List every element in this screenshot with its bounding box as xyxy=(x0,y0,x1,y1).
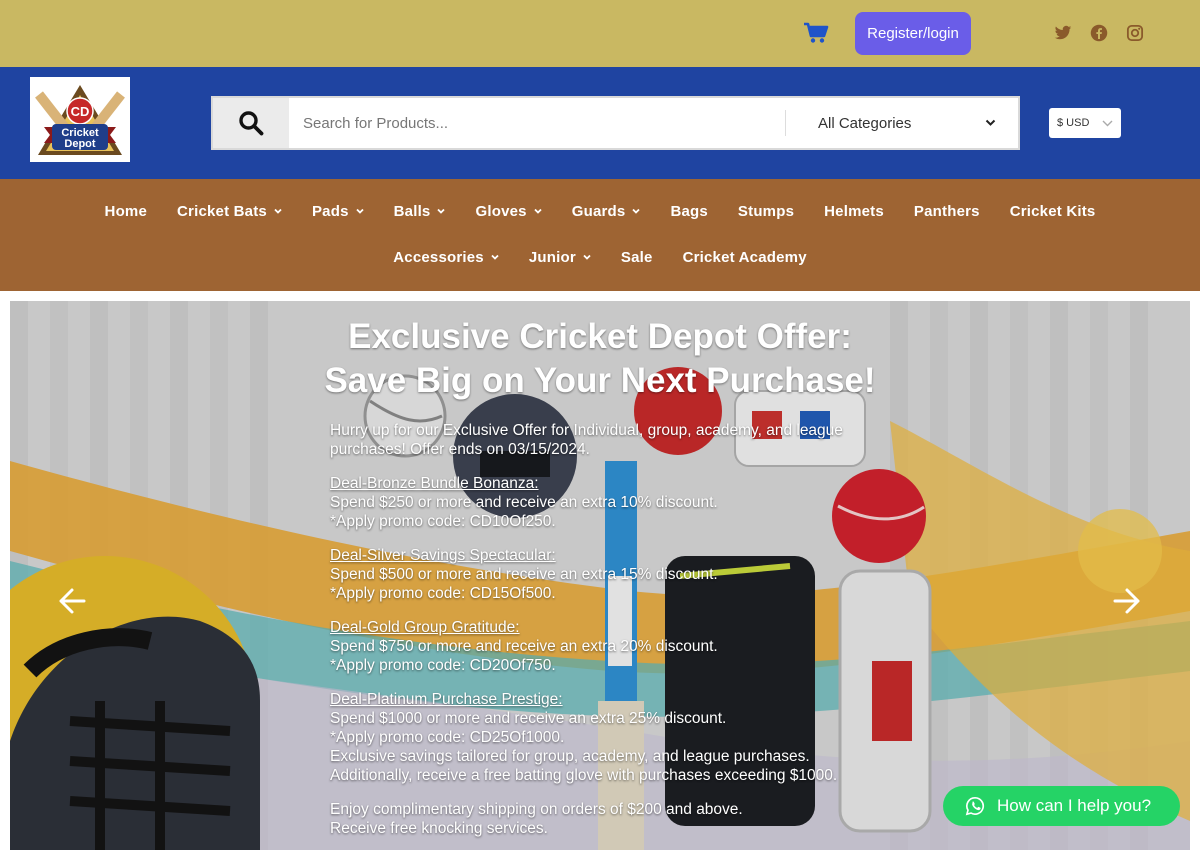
hero-intro: Hurry up for our Exclusive Offer for Ind… xyxy=(330,422,843,458)
cart-icon[interactable] xyxy=(803,22,829,44)
logo-image: CD Cricket Depot xyxy=(35,85,125,155)
category-selected-label: All Categories xyxy=(818,114,912,132)
nav-label: Balls xyxy=(393,202,431,220)
chevron-down-icon xyxy=(632,208,641,214)
shipping-line: Enjoy complimentary shipping on orders o… xyxy=(330,801,743,818)
twitter-icon[interactable] xyxy=(1054,24,1072,42)
nav-label: Bags xyxy=(670,202,708,220)
nav-item-panthers[interactable]: Panthers xyxy=(899,201,995,221)
nav-item-helmets[interactable]: Helmets xyxy=(809,201,899,221)
chevron-down-icon xyxy=(355,208,364,214)
currency-label: $ USD xyxy=(1057,117,1090,129)
cricket-depot-logo[interactable]: CD Cricket Depot xyxy=(30,77,130,162)
nav-label: Cricket Academy xyxy=(682,248,807,266)
search-input[interactable] xyxy=(289,98,785,148)
deal-code: *Apply promo code: CD10Of250. xyxy=(330,513,556,530)
deal-extra: Additionally, receive a free batting glo… xyxy=(330,767,838,784)
deal-gold: Deal-Gold Group Gratitude: Spend $750 or… xyxy=(330,618,890,675)
nav-item-guards[interactable]: Guards xyxy=(557,201,656,221)
deal-bronze: Deal-Bronze Bundle Bonanza: Spend $250 o… xyxy=(330,474,890,531)
nav-item-cricket-bats[interactable]: Cricket Bats xyxy=(162,201,297,221)
register-login-button[interactable]: Register/login xyxy=(855,12,971,55)
nav-item-junior[interactable]: Junior xyxy=(514,247,606,267)
nav-label: Gloves xyxy=(475,202,527,220)
deal-desc: Spend $750 or more and receive an extra … xyxy=(330,638,718,655)
nav-item-cricket-kits[interactable]: Cricket Kits xyxy=(995,201,1111,221)
chevron-down-icon xyxy=(491,254,499,260)
facebook-icon[interactable] xyxy=(1090,24,1108,42)
hero-title-line-2: Save Big on Your Next Purchase! xyxy=(324,361,876,400)
chevron-down-icon xyxy=(437,208,446,214)
nav-item-gloves[interactable]: Gloves xyxy=(460,201,556,221)
deal-code: *Apply promo code: CD25Of1000. xyxy=(330,729,565,746)
deal-name: Deal-Silver Savings Spectacular: xyxy=(330,547,556,564)
nav-label: Accessories xyxy=(393,248,484,266)
chevron-down-icon xyxy=(985,119,996,126)
nav-item-balls[interactable]: Balls xyxy=(379,201,461,221)
search-button[interactable] xyxy=(213,98,289,148)
nav-label: Panthers xyxy=(913,202,980,220)
nav-label: Sale xyxy=(620,248,653,266)
chevron-down-icon xyxy=(534,208,542,214)
main-navigation: Home Cricket Bats Pads Balls Gloves Guar… xyxy=(0,179,1200,291)
hero-title-line-1: Exclusive Cricket Depot Offer: xyxy=(348,317,852,356)
nav-label: Pads xyxy=(311,202,349,220)
nav-item-pads[interactable]: Pads xyxy=(297,201,379,221)
deal-desc: Spend $500 or more and receive an extra … xyxy=(330,566,718,583)
nav-item-bags[interactable]: Bags xyxy=(655,201,722,221)
deal-code: *Apply promo code: CD15Of500. xyxy=(330,585,556,602)
chevron-down-icon xyxy=(583,254,591,260)
nav-item-stumps[interactable]: Stumps xyxy=(723,201,809,221)
hero-offer-text: Hurry up for our Exclusive Offer for Ind… xyxy=(330,421,890,850)
nav-label: Stumps xyxy=(737,202,795,220)
search-icon xyxy=(239,111,264,136)
deal-extra: Exclusive savings tailored for group, ac… xyxy=(330,748,810,765)
nav-label: Junior xyxy=(528,248,576,266)
chevron-down-icon xyxy=(274,208,282,214)
whatsapp-chat-button[interactable]: How can I help you? xyxy=(943,786,1180,826)
whatsapp-icon xyxy=(965,796,985,816)
nav-item-sale[interactable]: Sale xyxy=(606,247,668,267)
nav-item-cricket-academy[interactable]: Cricket Academy xyxy=(668,247,822,267)
deal-desc: Spend $250 or more and receive an extra … xyxy=(330,494,718,511)
shipping-line: Receive free knocking services. xyxy=(330,820,548,837)
svg-text:CD: CD xyxy=(71,104,90,119)
arrow-left-icon[interactable] xyxy=(58,587,86,615)
whatsapp-label: How can I help you? xyxy=(997,796,1152,815)
deal-name: Deal-Platinum Purchase Prestige: xyxy=(330,691,563,708)
nav-label: Cricket Kits xyxy=(1009,202,1096,220)
nav-label: Home xyxy=(104,202,148,220)
hero-title: Exclusive Cricket Depot Offer: Save Big … xyxy=(10,315,1190,403)
nav-row-1: Home Cricket Bats Pads Balls Gloves Guar… xyxy=(0,201,1200,221)
category-select[interactable]: All Categories xyxy=(786,98,1018,148)
nav-row-2: Accessories Junior Sale Cricket Academy xyxy=(0,247,1200,267)
deal-name: Deal-Bronze Bundle Bonanza: xyxy=(330,475,539,492)
nav-label: Helmets xyxy=(824,202,884,220)
nav-item-home[interactable]: Home xyxy=(90,201,162,221)
shipping-info: Enjoy complimentary shipping on orders o… xyxy=(330,800,890,838)
nav-item-accessories[interactable]: Accessories xyxy=(378,247,514,267)
deal-name: Deal-Gold Group Gratitude: xyxy=(330,619,520,636)
top-bar: Register/login xyxy=(0,0,1200,67)
deal-platinum: Deal-Platinum Purchase Prestige: Spend $… xyxy=(330,690,890,785)
chevron-down-icon xyxy=(1102,120,1113,126)
nav-label: Guards xyxy=(571,202,626,220)
currency-selector[interactable]: $ USD xyxy=(1049,108,1121,138)
svg-text:Depot: Depot xyxy=(64,138,96,150)
search-bar: All Categories xyxy=(211,96,1020,150)
deal-desc: Spend $1000 or more and receive an extra… xyxy=(330,710,727,727)
hero-slider: Exclusive Cricket Depot Offer: Save Big … xyxy=(10,301,1190,850)
arrow-right-icon[interactable] xyxy=(1113,587,1141,615)
header: CD Cricket Depot All Categories $ USD xyxy=(0,67,1200,179)
deal-code: *Apply promo code: CD20Of750. xyxy=(330,657,556,674)
deal-silver: Deal-Silver Savings Spectacular: Spend $… xyxy=(330,546,890,603)
nav-label: Cricket Bats xyxy=(177,202,267,220)
instagram-icon[interactable] xyxy=(1126,24,1144,42)
